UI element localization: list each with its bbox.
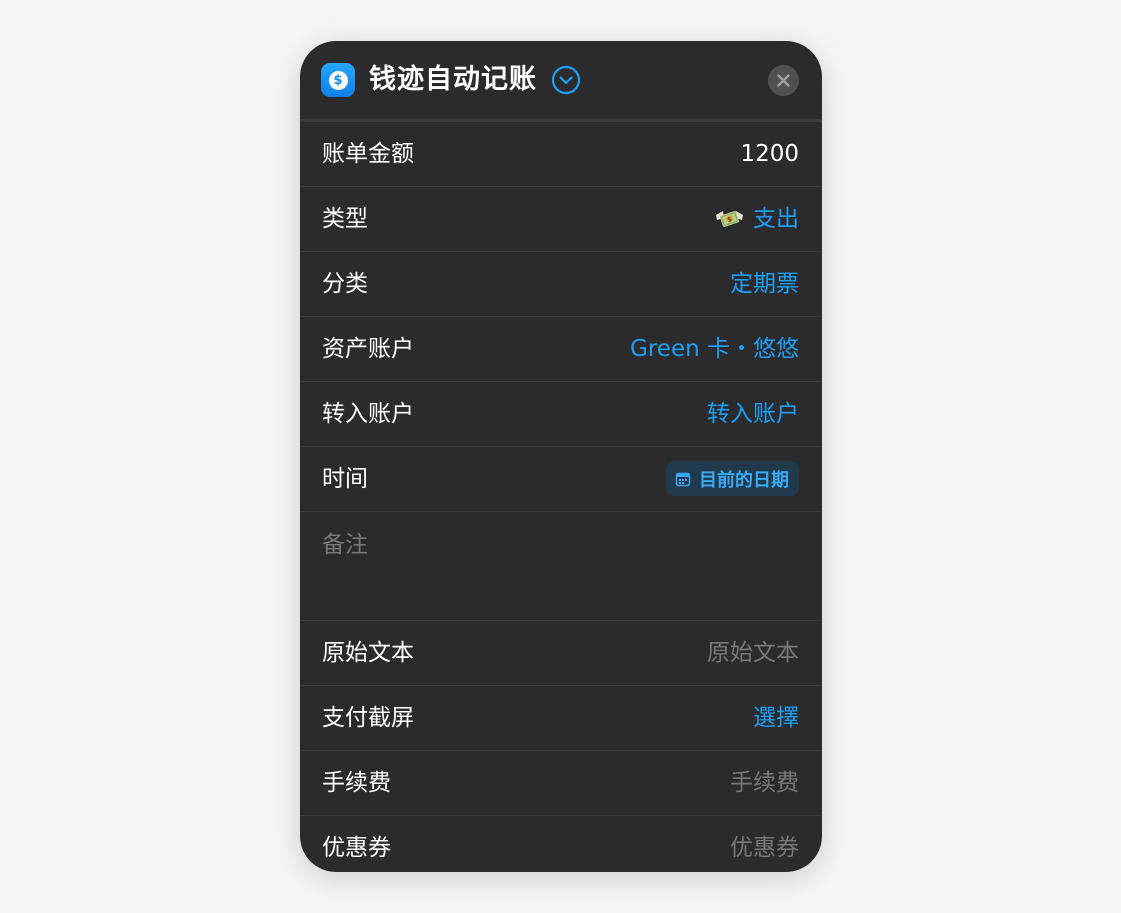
money-with-wings-icon: $	[716, 211, 743, 227]
screenshot-row[interactable]: 支付截屏 選擇	[300, 686, 822, 751]
form-fields: 账单金额 1200 类型 $ 支出 分类 定期票 资产账户 Green 卡・悠悠…	[300, 122, 822, 872]
shortcut-sheet: $ 钱迹自动记账 账单金额 1200 类型 $ 支出 分类 定期票 资产账户 G…	[300, 41, 822, 872]
original-text-label: 原始文本	[322, 640, 414, 666]
amount-row[interactable]: 账单金额 1200	[300, 122, 822, 187]
app-icon: $	[321, 63, 355, 97]
calendar-icon	[675, 472, 691, 486]
screenshot-label: 支付截屏	[322, 705, 414, 731]
time-label: 时间	[322, 466, 368, 492]
original-text-row[interactable]: 原始文本 原始文本	[300, 621, 822, 686]
chevron-down-circle-icon[interactable]	[551, 65, 581, 95]
category-value[interactable]: 定期票	[730, 252, 799, 316]
dollar-coin-icon: $	[328, 70, 348, 90]
close-icon	[777, 74, 790, 87]
amount-label: 账单金额	[322, 141, 414, 167]
sheet-header: $ 钱迹自动记账	[300, 41, 822, 122]
asset-account-value[interactable]: Green 卡・悠悠	[630, 317, 799, 381]
time-row[interactable]: 时间 目前的日期	[300, 447, 822, 512]
type-label: 类型	[322, 206, 368, 232]
category-row[interactable]: 分类 定期票	[300, 252, 822, 317]
app-title: 钱迹自动记账	[369, 64, 537, 95]
fee-row[interactable]: 手续费 手续费	[300, 751, 822, 816]
type-row[interactable]: 类型 $ 支出	[300, 187, 822, 252]
close-button[interactable]	[768, 65, 799, 96]
coupon-placeholder[interactable]: 优惠券	[730, 816, 799, 872]
transfer-account-value[interactable]: 转入账户	[707, 382, 799, 446]
asset-account-row[interactable]: 资产账户 Green 卡・悠悠	[300, 317, 822, 382]
original-text-placeholder[interactable]: 原始文本	[707, 621, 799, 685]
transfer-account-row[interactable]: 转入账户 转入账户	[300, 382, 822, 447]
fee-label: 手续费	[322, 770, 391, 796]
note-placeholder: 备注	[322, 532, 368, 558]
category-label: 分类	[322, 271, 368, 297]
fee-placeholder[interactable]: 手续费	[730, 751, 799, 815]
note-field[interactable]: 备注	[300, 512, 822, 621]
current-date-text: 目前的日期	[699, 469, 789, 491]
type-value[interactable]: $ 支出	[714, 187, 799, 251]
amount-value[interactable]: 1200	[740, 122, 799, 186]
transfer-account-label: 转入账户	[322, 401, 414, 427]
coupon-row[interactable]: 优惠券 优惠券	[300, 816, 822, 872]
asset-account-label: 资产账户	[322, 336, 414, 362]
screenshot-choose[interactable]: 選擇	[753, 686, 799, 750]
current-date-token[interactable]: 目前的日期	[666, 461, 799, 496]
type-value-text: 支出	[753, 206, 799, 232]
coupon-label: 优惠券	[322, 835, 391, 861]
